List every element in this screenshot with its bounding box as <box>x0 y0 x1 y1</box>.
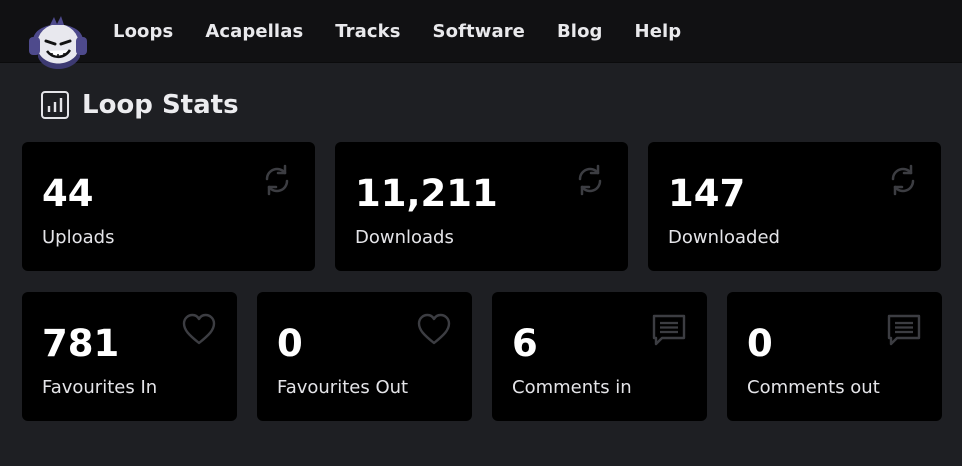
stat-value: 147 <box>668 172 746 215</box>
stat-card-downloads: 11,211 Downloads <box>335 142 628 271</box>
nav-acapellas[interactable]: Acapellas <box>205 21 303 42</box>
site-logo-icon[interactable] <box>26 11 90 75</box>
nav-software[interactable]: Software <box>433 21 525 42</box>
main-nav: Loops Acapellas Tracks Software Blog Hel… <box>113 0 713 62</box>
comment-icon <box>887 314 921 346</box>
page-title: Loop Stats <box>82 90 239 120</box>
nav-help[interactable]: Help <box>635 21 682 42</box>
stat-label: Uploads <box>42 227 115 248</box>
stat-value: 781 <box>42 322 120 365</box>
nav-tracks[interactable]: Tracks <box>335 21 400 42</box>
stat-card-comments-out: 0 Comments out <box>727 292 942 421</box>
stat-card-favourites-in: 781 Favourites In <box>22 292 237 421</box>
stat-label: Comments in <box>512 377 632 398</box>
stat-card-downloaded: 147 Downloaded <box>648 142 941 271</box>
stat-label: Favourites Out <box>277 377 409 398</box>
stat-value: 0 <box>277 322 303 365</box>
bar-chart-icon <box>41 91 69 119</box>
refresh-icon <box>578 164 602 196</box>
page-heading: Loop Stats <box>40 86 239 124</box>
stat-card-favourites-out: 0 Favourites Out <box>257 292 472 421</box>
stat-value: 6 <box>512 322 538 365</box>
stat-value: 11,211 <box>355 172 498 215</box>
heart-icon <box>182 313 216 345</box>
stat-value: 0 <box>747 322 773 365</box>
stat-card-comments-in: 6 Comments in <box>492 292 707 421</box>
nav-loops[interactable]: Loops <box>113 21 173 42</box>
stat-label: Downloads <box>355 227 454 248</box>
stat-value: 44 <box>42 172 94 215</box>
top-navbar: Loops Acapellas Tracks Software Blog Hel… <box>0 0 962 69</box>
nav-blog[interactable]: Blog <box>557 21 603 42</box>
stat-label: Favourites In <box>42 377 158 398</box>
refresh-icon <box>891 164 915 196</box>
stat-label: Downloaded <box>668 227 780 248</box>
refresh-icon <box>265 164 289 196</box>
stat-label: Comments out <box>747 377 880 398</box>
stat-card-uploads: 44 Uploads <box>22 142 315 271</box>
heart-icon <box>417 313 451 345</box>
comment-icon <box>652 314 686 346</box>
